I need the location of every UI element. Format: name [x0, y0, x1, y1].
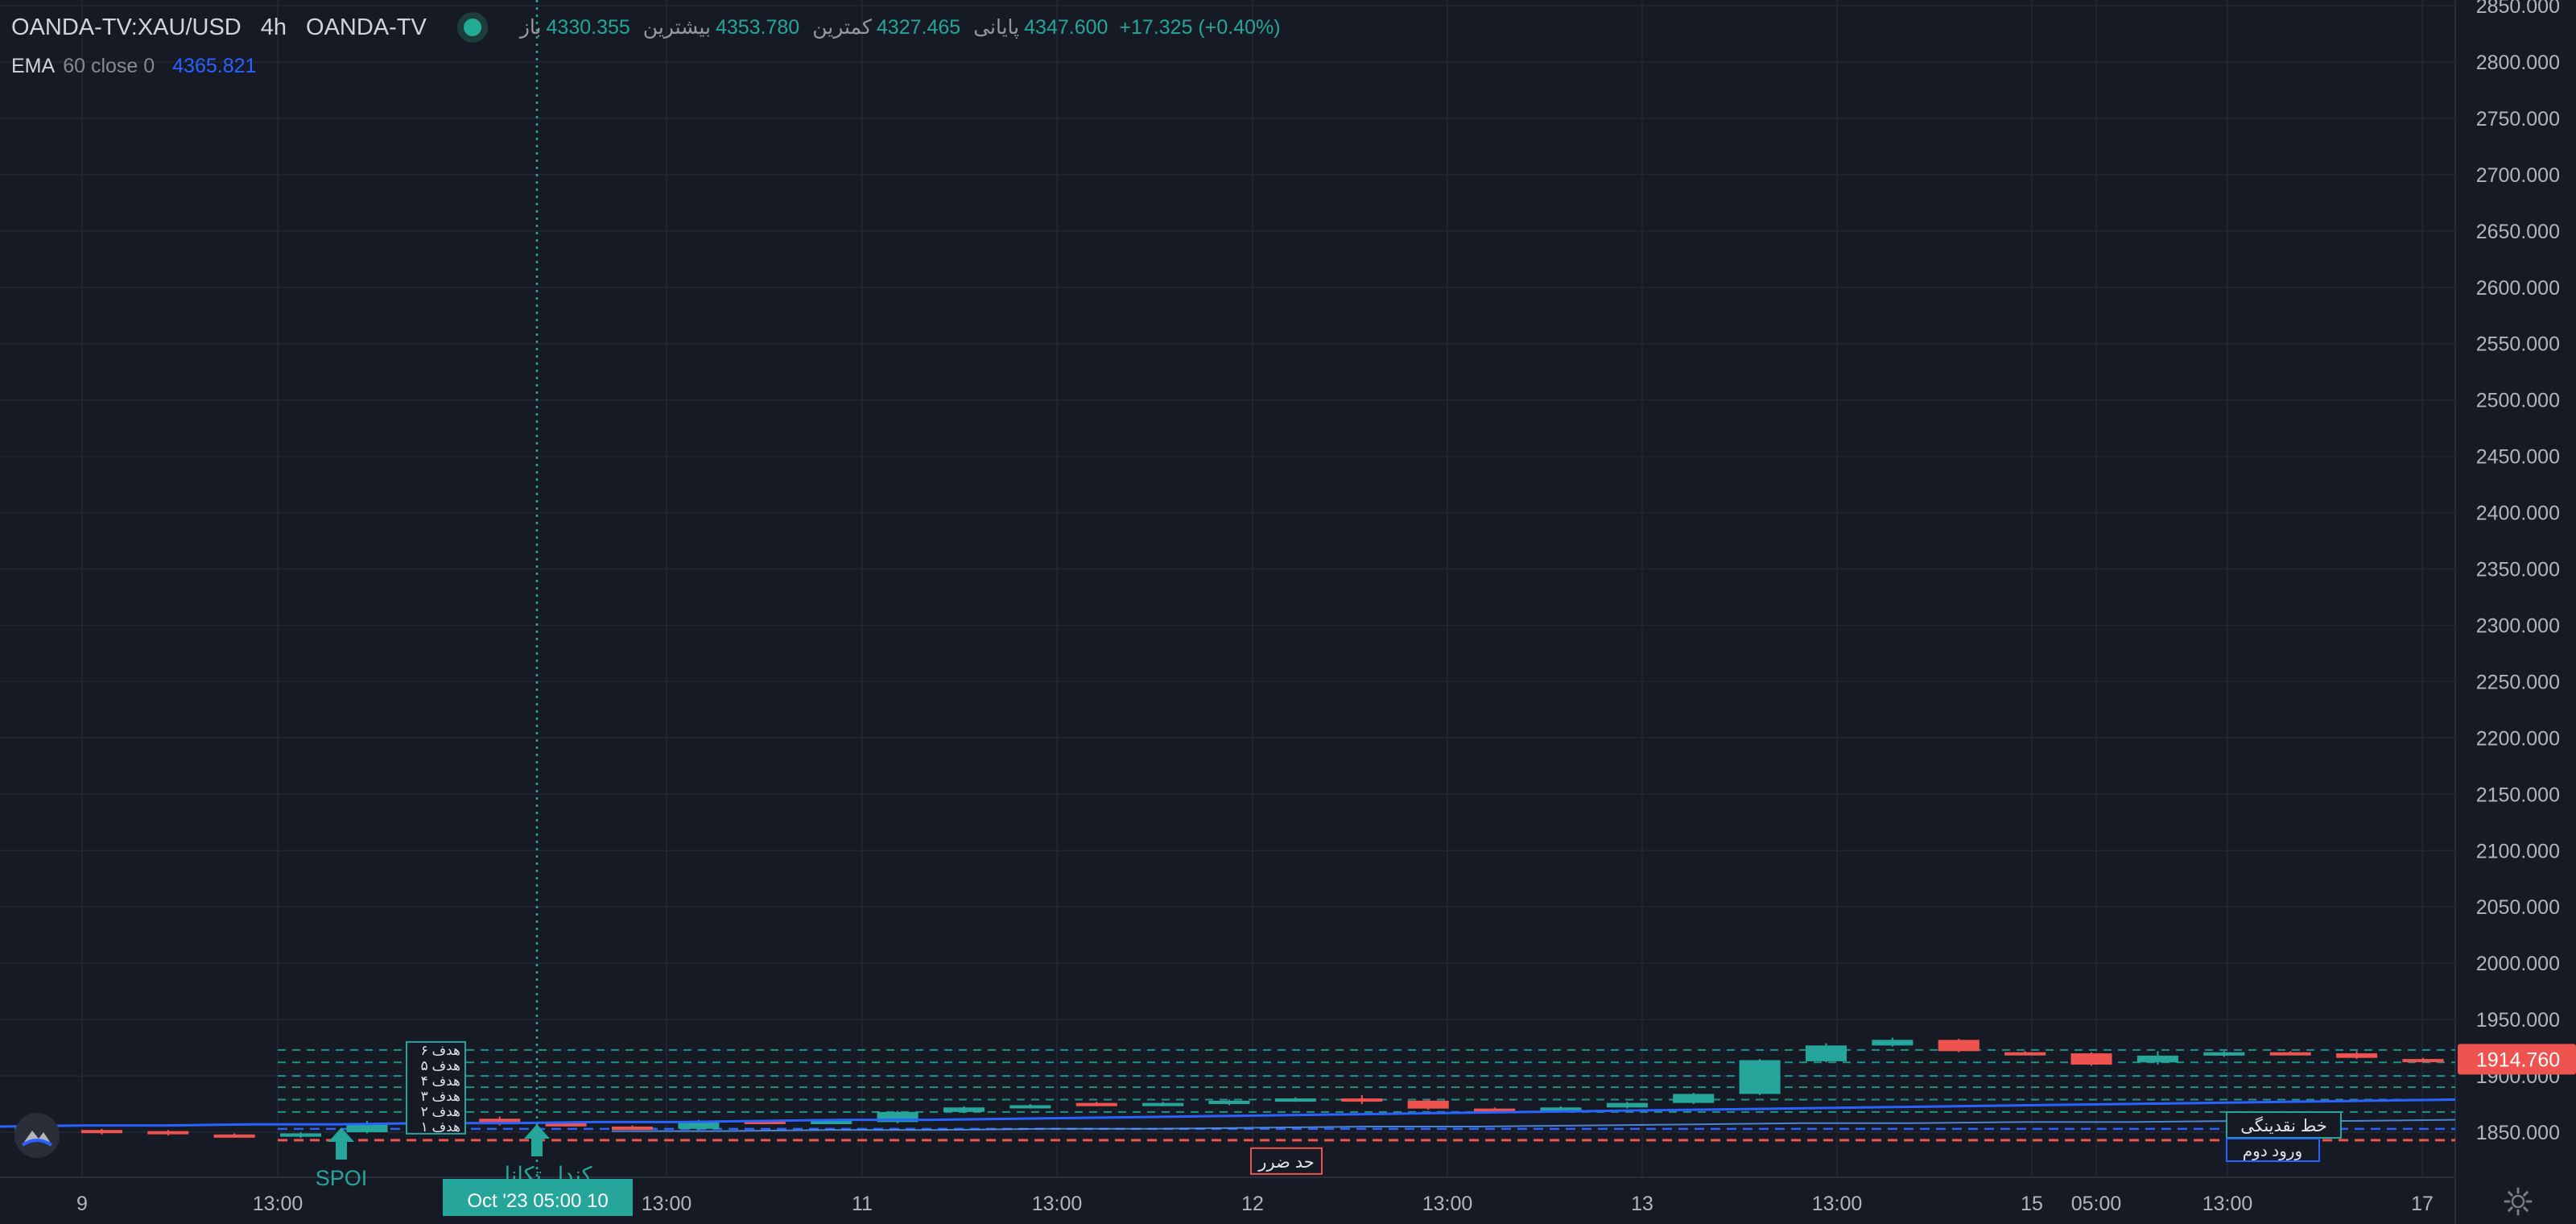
- gear-icon[interactable]: [2504, 1187, 2533, 1216]
- x-axis-tick-label: 13: [1631, 1193, 1653, 1215]
- candle-body: [80, 1130, 122, 1134]
- y-axis-tick-label: 2700.000: [2476, 164, 2560, 187]
- candle-body: [2203, 1052, 2245, 1056]
- x-axis-tick-label: 9: [76, 1193, 88, 1215]
- x-axis-tick-label: 17: [2411, 1193, 2434, 1215]
- candle-body: [943, 1107, 985, 1112]
- y-axis-tick-label: 2750.000: [2476, 108, 2560, 130]
- y-axis-tick-label: 2250.000: [2476, 671, 2560, 693]
- y-axis-tick-label: 2800.000: [2476, 52, 2560, 74]
- x-axis-tick-label: 13:00: [253, 1193, 303, 1215]
- y-axis-tick-label: 2450.000: [2476, 446, 2560, 469]
- price-chart[interactable]: 2850.000 2800.000 2750.000 2700.000 2650.000…: [0, 0, 2576, 1224]
- indicator-value: 4365.821: [172, 54, 257, 77]
- y-axis-tick-label: 2650.000: [2476, 221, 2560, 243]
- price-change: +17.325 (+0.40%): [1119, 15, 1281, 39]
- x-axis-tick-label: 15: [2021, 1193, 2043, 1215]
- interval-label[interactable]: 4h: [261, 14, 287, 41]
- candle-body: [1606, 1102, 1648, 1108]
- x-axis-tick-label: 13:00: [1032, 1193, 1083, 1215]
- target-label: هدف ۲: [421, 1104, 460, 1119]
- stop-loss-label: حد ضرر: [1257, 1153, 1314, 1172]
- liquidity-line-label: خط نقدینگی: [2240, 1116, 2327, 1135]
- x-axis-tick-label: 13:00: [2202, 1193, 2253, 1215]
- chart-stage[interactable]: 2850.000 2800.000 2750.000 2700.000 2650.000…: [0, 0, 2576, 1224]
- candle-body: [1075, 1102, 1117, 1106]
- candle-body: [811, 1121, 852, 1125]
- ohlc-open-value: 4330.355: [546, 15, 630, 39]
- ohlc-low-value: 4327.465: [876, 15, 961, 39]
- target-label: هدف ۶: [421, 1043, 460, 1058]
- target-label: هدف ۴: [421, 1073, 460, 1089]
- y-axis-tick-label: 1850.000: [2476, 1122, 2560, 1144]
- y-axis-tick-label: 2600.000: [2476, 277, 2560, 300]
- candle-body: [1673, 1094, 1715, 1103]
- candle-body: [2004, 1052, 2046, 1056]
- ohlc-close-value: 4347.600: [1024, 15, 1108, 39]
- candle-body: [147, 1131, 189, 1135]
- ohlc-high-label: بیشترین: [642, 16, 711, 39]
- y-axis-tick-label: 2400.000: [2476, 502, 2560, 525]
- y-axis-tick-label: 2000.000: [2476, 953, 2560, 975]
- y-axis-tick-label: 2550.000: [2476, 333, 2560, 356]
- ohlc-high-value: 4353.780: [715, 15, 800, 39]
- candle-body: [1872, 1040, 1913, 1046]
- candle-body: [213, 1134, 255, 1138]
- y-axis-tick-label: 1950.000: [2476, 1009, 2560, 1032]
- candle-body: [2269, 1052, 2311, 1056]
- market-status-icon[interactable]: [456, 12, 488, 43]
- symbol-legend: OANDA-TV:XAU/USD 4h OANDA-TV باز 4330.35…: [11, 10, 1281, 45]
- x-axis-tick-label: 12: [1241, 1193, 1264, 1215]
- arrow-label: SPOI: [316, 1166, 368, 1190]
- x-axis-tick-label: 13:00: [642, 1193, 692, 1215]
- x-axis-tick-label: 13:00: [1422, 1193, 1473, 1215]
- y-axis-tick-label: 2500.000: [2476, 390, 2560, 412]
- ohlc-low-label: کمترین: [812, 16, 872, 39]
- symbol-name[interactable]: OANDA-TV:XAU/USD: [11, 14, 242, 41]
- candle-body: [1805, 1045, 1847, 1061]
- candle-body: [1142, 1102, 1184, 1106]
- target-label: هدف ۵: [421, 1058, 460, 1073]
- indicator-legend[interactable]: EMA 60 close 0 4365.821: [11, 50, 256, 82]
- y-axis-tick-label: 2200.000: [2476, 727, 2560, 750]
- y-axis-tick-label: 2850.000: [2476, 0, 2560, 18]
- y-axis-tick-label: 2100.000: [2476, 840, 2560, 862]
- target-label: هدف ۱: [421, 1119, 460, 1135]
- candle-body: [1274, 1098, 1316, 1102]
- candle-body: [280, 1133, 322, 1137]
- chart-background: [0, 0, 2576, 1224]
- x-axis-tick-label: 13:00: [1812, 1193, 1863, 1215]
- indicator-name: EMA: [11, 54, 56, 77]
- y-axis-tick-label: 2350.000: [2476, 559, 2560, 581]
- source-label: OANDA-TV: [306, 14, 427, 40]
- ohlc-close-label: پایانی: [973, 16, 1020, 39]
- candle-body: [1407, 1100, 1449, 1109]
- target-label: هدف ۳: [421, 1089, 460, 1104]
- y-axis-tick-label: 2300.000: [2476, 614, 2560, 637]
- x-axis-tick-label: 11: [852, 1193, 873, 1215]
- candle-body: [1009, 1105, 1051, 1109]
- candle-body: [2070, 1053, 2112, 1065]
- candle-body: [1341, 1098, 1383, 1102]
- candle-body: [1739, 1060, 1781, 1094]
- second-entry-label: ورود دوم: [2243, 1143, 2302, 1160]
- last-price-label: 1914.760: [2476, 1048, 2560, 1071]
- candle-body: [2402, 1059, 2444, 1063]
- candle-body: [2336, 1053, 2378, 1058]
- crosshair-time-label: Oct '23 05:00 10: [467, 1190, 608, 1212]
- candle-body: [1938, 1040, 1979, 1052]
- ohlc-open-label: باز: [519, 16, 542, 39]
- x-axis-tick-label: 05:00: [2071, 1193, 2122, 1215]
- tradingview-logo-icon[interactable]: [14, 1113, 60, 1158]
- y-axis-tick-label: 2050.000: [2476, 896, 2560, 919]
- candle-body: [1208, 1100, 1250, 1105]
- indicator-params: 60 close 0: [63, 54, 155, 77]
- candle-body: [611, 1127, 654, 1131]
- y-axis-tick-label: 2150.000: [2476, 784, 2560, 806]
- candle-body: [2136, 1055, 2178, 1063]
